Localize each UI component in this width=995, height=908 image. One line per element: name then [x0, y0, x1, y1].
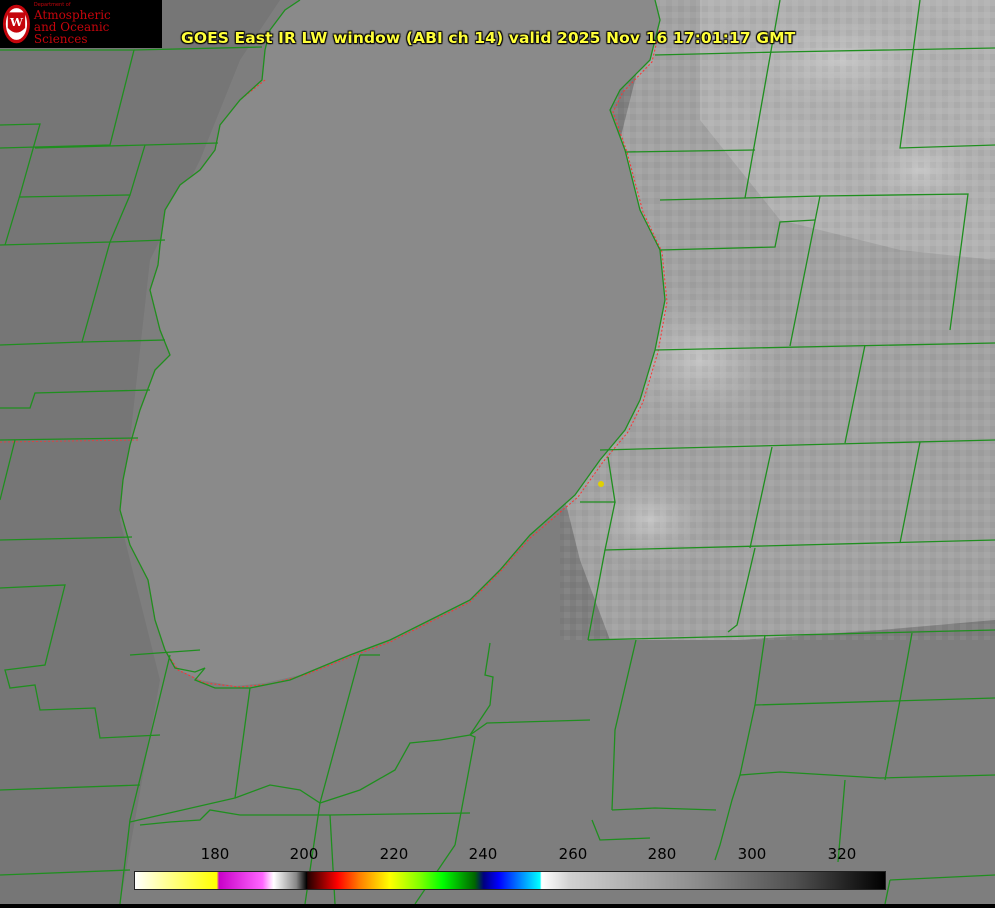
site-marker	[598, 481, 604, 487]
colorbar-tick: 280	[647, 845, 677, 863]
colorbar-tick: 180	[200, 845, 230, 863]
colorbar	[134, 871, 886, 890]
colorbar-tick: 200	[289, 845, 319, 863]
colorbar-tick: 240	[468, 845, 498, 863]
colorbar-tick: 220	[379, 845, 409, 863]
map-svg	[0, 0, 995, 905]
colorbar-ticks: 180 200 220 240 260 280 300 320	[0, 845, 995, 865]
svg-text:W: W	[9, 15, 24, 29]
colorbar-tick: 320	[827, 845, 857, 863]
logo-line2: and Oceanic Sciences	[33, 20, 110, 46]
uw-seal-icon: W	[2, 4, 30, 44]
satellite-map	[0, 0, 995, 905]
aos-logo: W Department of Atmospheric and Oceanic …	[0, 0, 162, 48]
colorbar-tick: 300	[737, 845, 767, 863]
image-title: GOES East IR LW window (ABI ch 14) valid…	[181, 29, 796, 47]
colorbar-tick: 260	[558, 845, 588, 863]
